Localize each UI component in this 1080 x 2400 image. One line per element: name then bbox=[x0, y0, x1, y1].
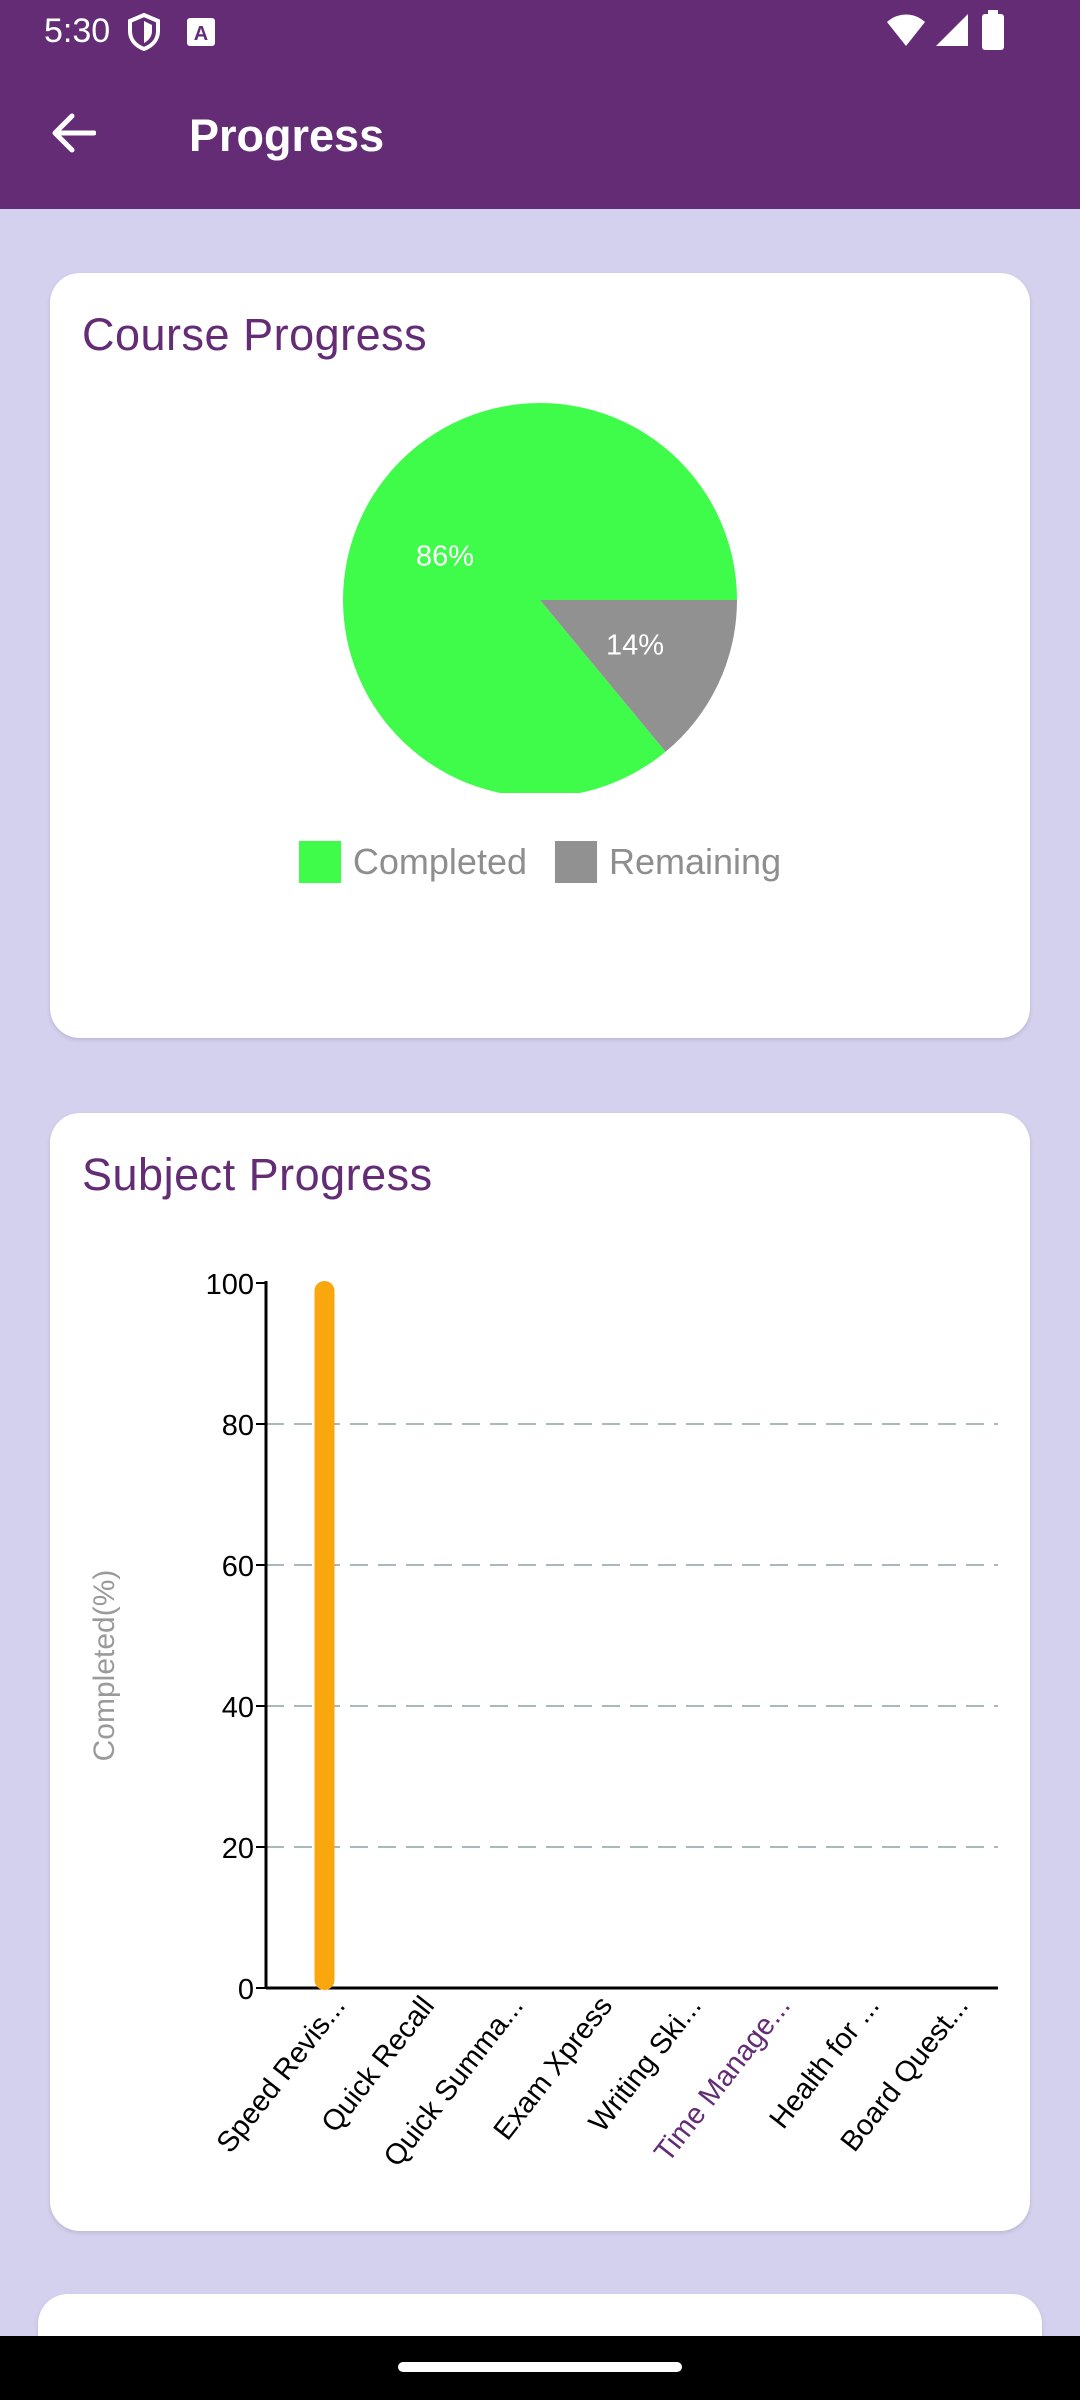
svg-text:A: A bbox=[194, 23, 208, 45]
y-tick-label: 40 bbox=[222, 1692, 254, 1724]
legend-swatch-completed bbox=[298, 841, 341, 883]
course-progress-card: Course Progress 86% 14% Completed Remaini… bbox=[50, 273, 1030, 1038]
y-tick-label: 60 bbox=[222, 1551, 254, 1583]
page-title: Progress bbox=[189, 110, 385, 161]
legend-item-remaining: Remaining bbox=[555, 841, 781, 883]
course-pie-chart: 86% 14% bbox=[343, 403, 737, 793]
text-a-icon: A bbox=[186, 17, 216, 52]
pie-label-remaining: 14% bbox=[606, 630, 664, 662]
battery-icon bbox=[982, 10, 1004, 55]
x-tick-label[interactable]: Speed Revis... bbox=[211, 1991, 352, 2159]
legend-swatch-remaining bbox=[555, 841, 597, 883]
y-tick-label: 20 bbox=[222, 1833, 254, 1865]
y-axis-label: Completed(%) bbox=[88, 1570, 121, 1762]
legend-label-completed: Completed bbox=[352, 841, 527, 882]
y-tick-label: 80 bbox=[222, 1410, 254, 1442]
y-tick-label: 100 bbox=[206, 1269, 254, 1301]
pie-legend: Completed Remaining bbox=[50, 841, 1030, 883]
y-tick-label: 0 bbox=[238, 1974, 254, 2006]
back-button[interactable] bbox=[30, 92, 116, 178]
status-bar: 5:30 A bbox=[0, 0, 1080, 62]
navigation-bar bbox=[0, 2336, 1080, 2400]
arrow-back-icon bbox=[50, 113, 97, 158]
cellular-icon bbox=[934, 12, 970, 53]
legend-label-remaining: Remaining bbox=[609, 841, 782, 882]
app-bar: Progress bbox=[0, 62, 1080, 209]
subject-bar-chart: 020406080100Completed(%)Speed Revis...Qu… bbox=[88, 1269, 998, 2173]
legend-item-completed: Completed bbox=[298, 841, 527, 883]
pie-label-completed: 86% bbox=[416, 540, 474, 572]
subject-progress-card: Subject Progress 0 20 40 60 80 100 Completed(%… bbox=[50, 1113, 1030, 2231]
wifi-icon bbox=[886, 12, 926, 53]
home-gesture-handle[interactable] bbox=[398, 2362, 682, 2372]
shield-icon bbox=[126, 12, 162, 56]
status-time: 5:30 bbox=[44, 12, 111, 50]
